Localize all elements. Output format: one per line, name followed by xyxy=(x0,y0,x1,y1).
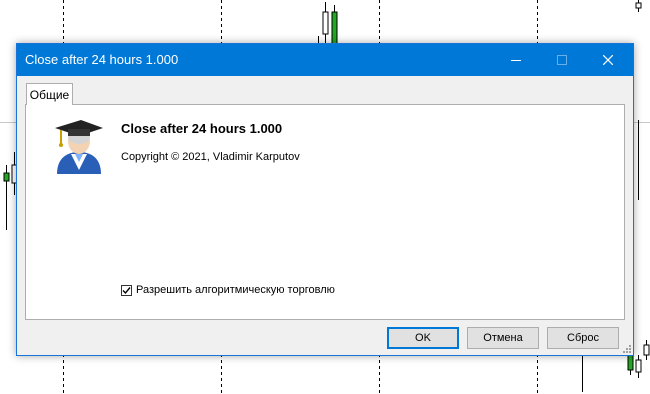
candle-body xyxy=(635,359,642,373)
expert-properties-dialog: Close after 24 hours 1.000 Общие Close a… xyxy=(16,43,634,356)
allow-algo-trading-label[interactable]: Разрешить алгоритмическую торговлю xyxy=(136,284,335,296)
candle-body xyxy=(331,11,338,45)
copyright-text: Copyright © 2021, Vladimir Karputov xyxy=(121,151,300,163)
maximize-button xyxy=(539,44,585,76)
candle-body xyxy=(643,344,650,356)
expert-advisor-graduate-icon xyxy=(55,120,103,174)
reset-button[interactable]: Сброс xyxy=(547,327,619,349)
checkmark-icon xyxy=(122,286,131,294)
window-title: Close after 24 hours 1.000 xyxy=(25,52,179,67)
cancel-button[interactable]: Отмена xyxy=(467,327,539,349)
allow-algo-trading-option[interactable]: Разрешить алгоритмическую торговлю xyxy=(121,284,335,296)
tab-general[interactable]: Общие xyxy=(26,83,73,105)
general-tab-panel: Close after 24 hours 1.000 Copyright © 2… xyxy=(25,104,625,320)
close-icon xyxy=(603,55,613,65)
candle-body xyxy=(635,2,642,9)
expert-name: Close after 24 hours 1.000 xyxy=(121,121,283,136)
candle-body xyxy=(322,11,329,35)
close-button[interactable] xyxy=(585,44,631,76)
tab-general-label: Общие xyxy=(29,87,70,102)
allow-algo-trading-checkbox[interactable] xyxy=(121,284,132,296)
title-bar[interactable]: Close after 24 hours 1.000 xyxy=(17,44,633,76)
ok-button[interactable]: OK xyxy=(387,327,459,349)
maximize-icon xyxy=(557,55,567,65)
minimize-icon xyxy=(511,60,521,61)
minimize-button[interactable] xyxy=(493,44,539,76)
candle-body xyxy=(3,172,10,182)
resize-grip-icon[interactable] xyxy=(621,343,631,353)
